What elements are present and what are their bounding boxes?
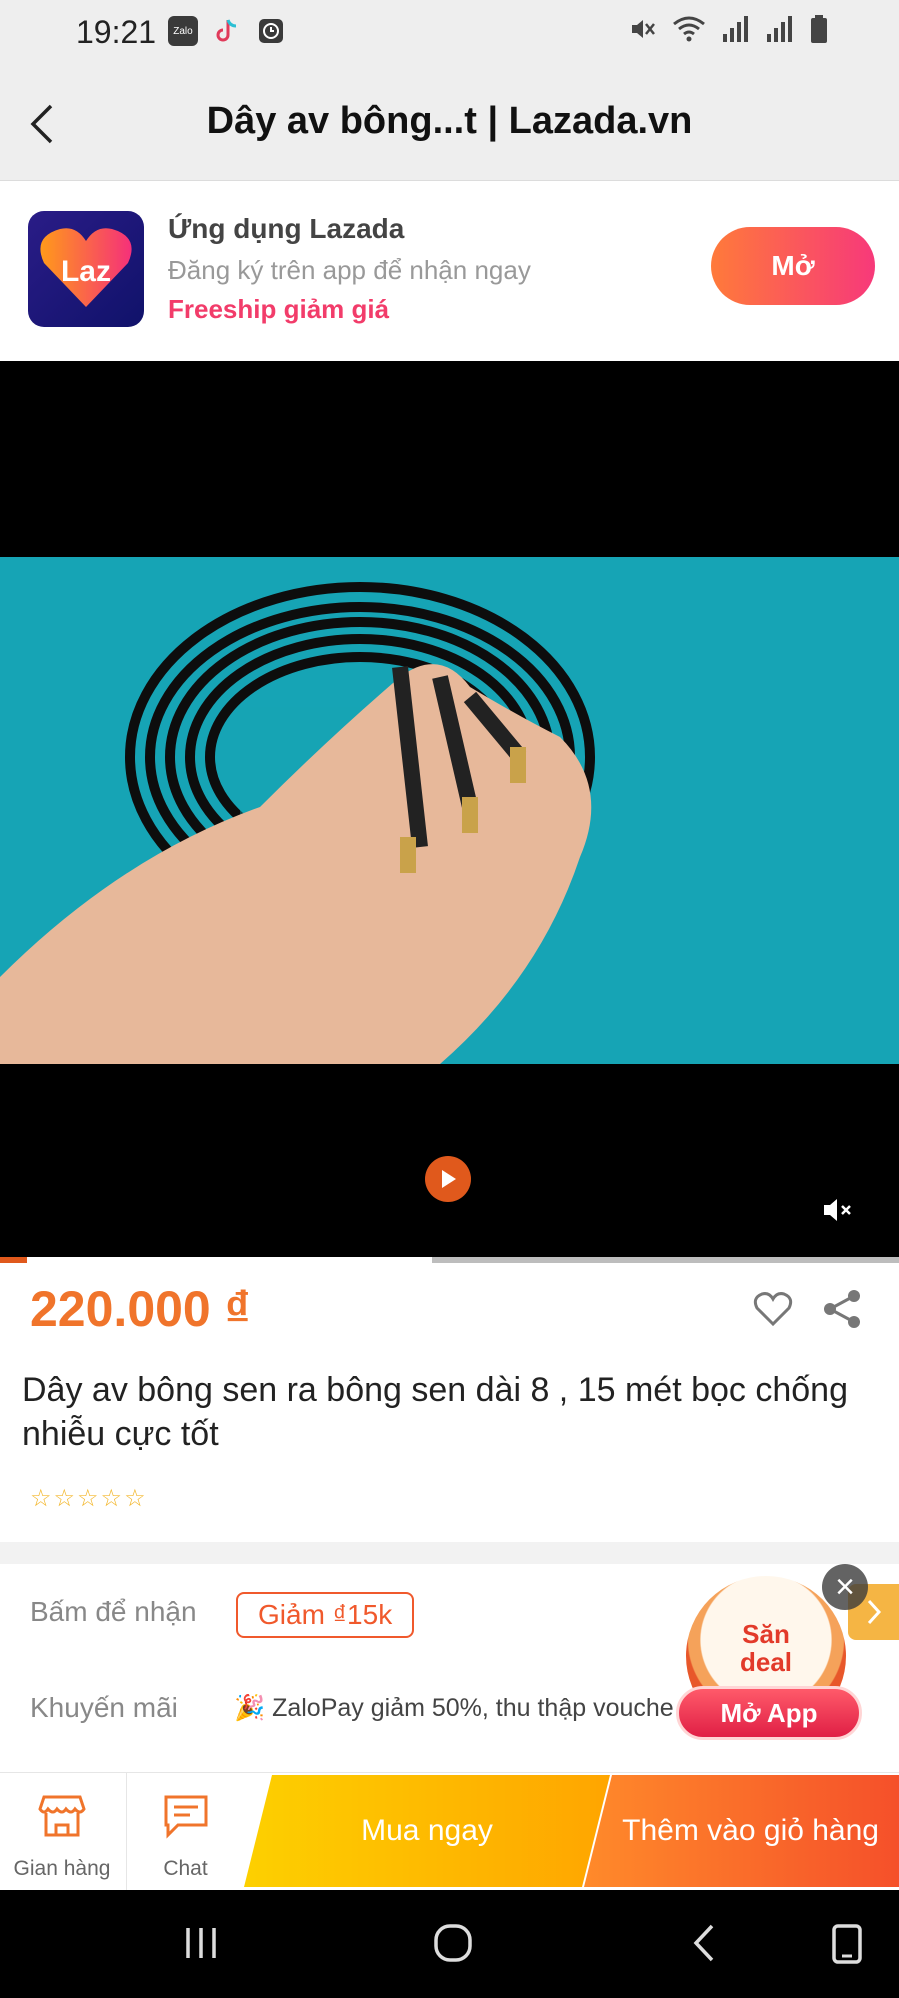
home-icon xyxy=(434,1924,472,1962)
banner-subtitle: Đăng ký trên app để nhận ngay xyxy=(168,255,531,285)
video-frame xyxy=(0,557,899,1064)
video-progress-fill xyxy=(0,1257,27,1263)
mute-status-icon xyxy=(632,20,655,38)
chat-label: Chat xyxy=(163,1857,208,1880)
share-button[interactable] xyxy=(820,1286,866,1332)
promo-text[interactable]: 🎉 ZaloPay giảm 50%, thu thập vouche xyxy=(234,1694,684,1723)
rating-stars: ☆ ☆ ☆ ☆ ☆ xyxy=(30,1484,146,1513)
status-bar: 19:21 Zalo xyxy=(0,0,899,66)
product-title: Dây av bông sen ra bông sen dài 8 , 15 m… xyxy=(22,1371,848,1453)
banner-promo: Freeship giảm giá xyxy=(168,294,390,324)
page-title: Dây av bông...t | Lazada.vn xyxy=(206,100,693,142)
browser-title-bar: Dây av bông...t | Lazada.vn xyxy=(0,66,899,181)
volume-muted-icon xyxy=(824,1199,851,1221)
video-progress-bar[interactable] xyxy=(0,1257,899,1263)
system-status-icons xyxy=(627,14,829,44)
system-back-button[interactable] xyxy=(680,1918,730,1968)
lazada-logo: Laz xyxy=(28,211,144,327)
shop-button[interactable]: Gian hàng xyxy=(0,1773,124,1891)
add-to-cart-button[interactable]: Thêm vào giỏ hàng xyxy=(584,1775,899,1887)
heart-icon xyxy=(753,1292,793,1327)
promo-label: Khuyến mãi xyxy=(30,1692,178,1723)
deal-line-2: deal xyxy=(739,1647,793,1677)
signal-icon-2 xyxy=(767,16,792,42)
app-download-banner: Laz Ứng dụng Lazada Đăng ký trên app để … xyxy=(0,181,899,361)
wifi-icon xyxy=(673,16,705,42)
zalo-icon: Zalo xyxy=(168,16,198,46)
chat-button[interactable]: Chat xyxy=(126,1773,244,1891)
video-buffer-fill xyxy=(26,1257,432,1263)
deal-open-app-button[interactable]: Mở App xyxy=(676,1686,862,1740)
chevron-left-icon xyxy=(30,104,53,144)
star-icon: ☆ xyxy=(53,1485,76,1512)
play-button[interactable] xyxy=(425,1156,471,1202)
close-icon[interactable]: × xyxy=(822,1564,868,1610)
section-divider xyxy=(0,1542,899,1564)
system-nav-bar xyxy=(0,1890,899,1998)
bottom-action-bar: Gian hàng Chat Mua ngay Thêm vào giỏ hàn… xyxy=(0,1772,899,1891)
share-icon xyxy=(824,1290,860,1328)
video-thumbnail xyxy=(0,557,899,1064)
deal-badge[interactable]: Săn deal Mở App × xyxy=(676,1564,870,1752)
logo-text: Laz xyxy=(60,255,111,288)
play-icon xyxy=(442,1170,456,1188)
open-app-button[interactable]: Mở xyxy=(711,227,875,305)
star-icon: ☆ xyxy=(77,1485,99,1512)
buy-now-button[interactable]: Mua ngay xyxy=(244,1775,610,1887)
home-button[interactable] xyxy=(428,1918,478,1968)
phone-rotate-icon xyxy=(832,1924,862,1964)
status-time: 19:21 xyxy=(76,14,157,50)
tiktok-icon xyxy=(212,16,242,51)
back-button[interactable] xyxy=(14,96,70,152)
deal-badge-text: Săn deal xyxy=(686,1620,846,1676)
recent-apps-icon xyxy=(186,1928,216,1958)
signal-icon xyxy=(723,16,748,42)
notification-icons: Zalo xyxy=(168,16,286,51)
star-icon: ☆ xyxy=(100,1485,123,1512)
chat-icon xyxy=(164,1795,207,1839)
mute-toggle[interactable] xyxy=(820,1193,854,1227)
star-icon: ☆ xyxy=(124,1485,146,1512)
back-arrow-icon xyxy=(693,1924,714,1962)
voucher-chip[interactable]: Giảm ₫15k xyxy=(236,1592,415,1638)
banner-title: Ứng dụng Lazada xyxy=(168,213,405,244)
keyboard-switch-button[interactable] xyxy=(822,1918,872,1968)
shop-label: Gian hàng xyxy=(13,1857,111,1880)
recent-apps-button[interactable] xyxy=(176,1918,226,1968)
clock-app-icon xyxy=(256,16,286,51)
battery-icon xyxy=(811,15,827,43)
voucher-label: Bấm để nhận xyxy=(30,1596,197,1627)
product-price: 220.000 ₫ xyxy=(30,1281,251,1337)
deal-line-1: Săn xyxy=(742,1619,790,1649)
star-icon: ☆ xyxy=(30,1485,52,1512)
wishlist-button[interactable] xyxy=(750,1286,796,1332)
store-icon xyxy=(38,1795,86,1837)
product-video[interactable] xyxy=(0,361,899,1263)
